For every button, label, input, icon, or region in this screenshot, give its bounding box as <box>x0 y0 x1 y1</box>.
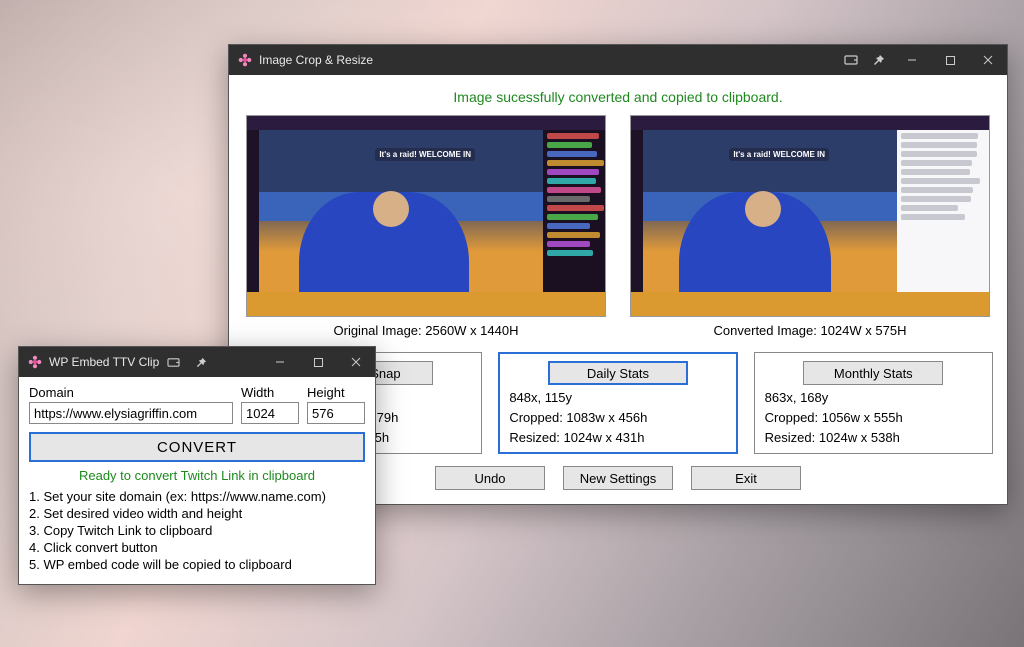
exit-button[interactable]: Exit <box>691 466 801 490</box>
snap-cropped: Cropped: 1083w x 456h <box>509 410 726 425</box>
width-input[interactable] <box>241 402 299 424</box>
converted-caption: Converted Image: 1024W x 575H <box>714 323 907 338</box>
maximize-icon[interactable] <box>299 347 337 377</box>
convert-button[interactable]: CONVERT <box>29 432 365 462</box>
status-message: Image sucessfully converted and copied t… <box>243 83 993 115</box>
snap-box-1: Daily Stats 848x, 115y Cropped: 1083w x 45… <box>498 352 737 454</box>
icr-title: Image Crop & Resize <box>259 53 373 67</box>
minimize-icon[interactable] <box>893 45 931 75</box>
instruction-step-5: 5. WP embed code will be copied to clipb… <box>29 557 365 572</box>
domain-input[interactable] <box>29 402 233 424</box>
instruction-step-4: 4. Click convert button <box>29 540 365 555</box>
wp-title: WP Embed TTV Clip <box>49 355 159 369</box>
snap-button-daily-stats[interactable]: Daily Stats <box>548 361 688 385</box>
height-input[interactable] <box>307 402 365 424</box>
minimize-icon[interactable] <box>261 347 299 377</box>
domain-label: Domain <box>29 385 233 400</box>
maximize-icon[interactable] <box>931 45 969 75</box>
snap-box-2: Monthly Stats 863x, 168y Cropped: 1056w x … <box>754 352 993 454</box>
original-image-thumb: It's a raid! WELCOME IN <box>246 115 606 317</box>
undo-button[interactable]: Undo <box>435 466 545 490</box>
wallet-icon[interactable] <box>159 347 187 377</box>
wp-embed-window: WP Embed TTV Clip Domain Width <box>18 346 376 585</box>
snap-resized: Resized: 1024w x 538h <box>765 430 982 445</box>
converted-image-column: It's a raid! WELCOME IN Converted Image:… <box>627 115 993 338</box>
close-icon[interactable] <box>337 347 375 377</box>
instructions-list: 1. Set your site domain (ex: https://www… <box>29 489 365 572</box>
ready-message: Ready to convert Twitch Link in clipboar… <box>29 468 365 483</box>
close-icon[interactable] <box>969 45 1007 75</box>
icr-titlebar[interactable]: Image Crop & Resize <box>229 45 1007 75</box>
height-label: Height <box>307 385 365 400</box>
snap-button-monthly-stats[interactable]: Monthly Stats <box>803 361 943 385</box>
width-label: Width <box>241 385 299 400</box>
wp-titlebar[interactable]: WP Embed TTV Clip <box>19 347 375 377</box>
instruction-step-2: 2. Set desired video width and height <box>29 506 365 521</box>
wallet-icon[interactable] <box>837 45 865 75</box>
snap-cropped: Cropped: 1056w x 555h <box>765 410 982 425</box>
snap-coords: 848x, 115y <box>509 390 726 405</box>
pin-icon[interactable] <box>187 347 215 377</box>
original-image-column: It's a raid! WELCOME IN Original Image: … <box>243 115 609 338</box>
snap-coords: 863x, 168y <box>765 390 982 405</box>
pin-icon[interactable] <box>865 45 893 75</box>
flower-icon <box>27 354 43 370</box>
instruction-step-3: 3. Copy Twitch Link to clipboard <box>29 523 365 538</box>
flower-icon <box>237 52 253 68</box>
original-caption: Original Image: 2560W x 1440H <box>334 323 519 338</box>
new-settings-button[interactable]: New Settings <box>563 466 673 490</box>
instruction-step-1: 1. Set your site domain (ex: https://www… <box>29 489 365 504</box>
snap-resized: Resized: 1024w x 431h <box>509 430 726 445</box>
converted-image-thumb: It's a raid! WELCOME IN <box>630 115 990 317</box>
